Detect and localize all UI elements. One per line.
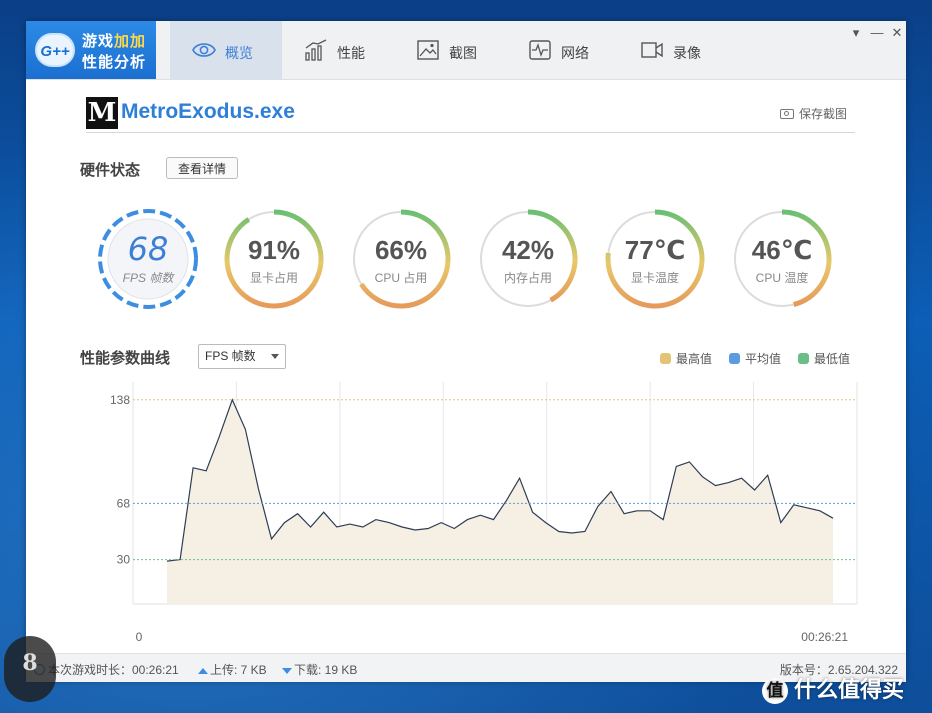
site-watermark-text: 什么值得买 xyxy=(794,677,905,702)
game-duration: 本次游戏时长：00:26:21 xyxy=(48,663,179,677)
tab-label: 录像 xyxy=(673,45,701,61)
tab-recording[interactable]: 录像 xyxy=(618,21,730,79)
tab-label: 概览 xyxy=(225,45,253,61)
download-item: 下载: 19 KB xyxy=(282,661,357,678)
upload-item: 上传: 7 KB xyxy=(198,661,267,678)
tab-screenshots[interactable]: 截图 xyxy=(394,21,506,79)
logo-title-line2: 性能分析 xyxy=(82,54,147,71)
image-icon xyxy=(417,40,439,60)
tab-overview[interactable]: 概览 xyxy=(170,21,282,79)
corner-watermark-badge: 8 xyxy=(4,636,56,702)
y-tick-label: 68 xyxy=(117,496,131,510)
bar-chart-icon xyxy=(305,39,327,61)
close-button[interactable]: ✕ xyxy=(888,25,906,41)
fps-chart: 138 68 30 0 00:26:21 xyxy=(110,382,858,644)
tab-network[interactable]: 网络 xyxy=(506,21,618,79)
site-logo-icon: 值 xyxy=(762,678,788,705)
tab-label: 截图 xyxy=(449,45,477,61)
overview-panel: M MetroExodus.exe 保存截图 硬件状态 查看详情 68 FPS … xyxy=(26,80,906,653)
pulse-icon xyxy=(529,40,551,60)
logo-title-line1: 游戏加加 xyxy=(82,33,147,50)
download-amount: 下载: 19 KB xyxy=(294,663,358,677)
tab-label: 性能 xyxy=(337,45,365,61)
watermark-left-text: 8 xyxy=(22,650,38,676)
menu-dropdown-button[interactable]: ▾ xyxy=(847,25,865,41)
download-arrow-icon xyxy=(282,668,292,674)
eye-icon xyxy=(192,43,216,57)
x-axis-start-label: 0 xyxy=(136,630,143,644)
minimize-button[interactable]: — xyxy=(868,25,886,40)
y-tick-label: 30 xyxy=(117,553,131,567)
title-bar: G++ 游戏加加 性能分析 概览 性能 截图 网络 录像 ▾ — ✕ xyxy=(26,21,906,80)
tab-label: 网络 xyxy=(561,45,589,61)
app-window: G++ 游戏加加 性能分析 概览 性能 截图 网络 录像 ▾ — ✕ M Met… xyxy=(26,21,906,682)
logo-badge-icon: G++ xyxy=(35,33,75,67)
upload-amount: 上传: 7 KB xyxy=(210,663,267,677)
tab-performance[interactable]: 性能 xyxy=(282,21,394,79)
y-tick-label: 138 xyxy=(110,393,130,407)
upload-arrow-icon xyxy=(198,668,208,674)
app-logo: G++ 游戏加加 性能分析 xyxy=(26,21,156,79)
video-icon xyxy=(641,42,663,58)
x-axis-end-label: 00:26:21 xyxy=(801,630,848,644)
site-watermark: 值什么值得买 xyxy=(762,672,905,705)
